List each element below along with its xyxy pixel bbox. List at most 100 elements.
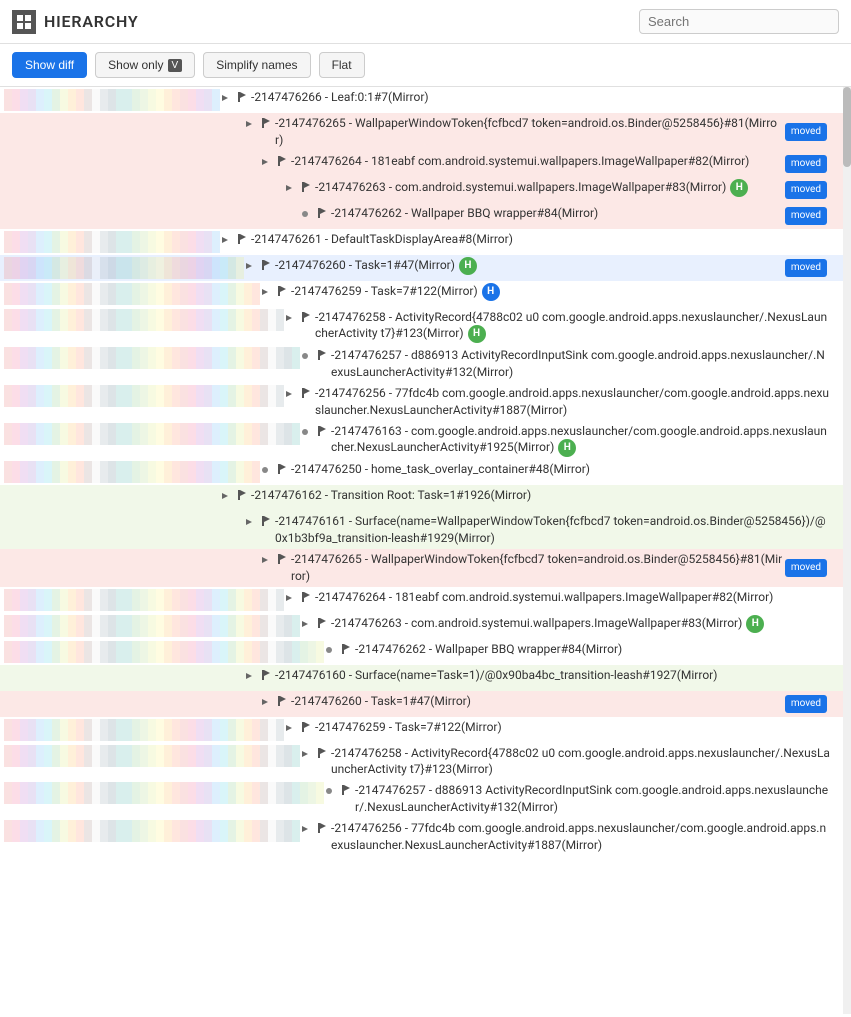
- tree-toggle[interactable]: [220, 91, 236, 108]
- depth-strip: [12, 461, 20, 483]
- depth-strip: [148, 641, 156, 663]
- depth-strips: [4, 461, 260, 483]
- scrollbar-thumb[interactable]: [843, 87, 851, 167]
- depth-strip: [20, 589, 28, 611]
- depth-strip: [180, 719, 188, 741]
- depth-strip: [84, 551, 92, 573]
- depth-strip: [220, 257, 228, 279]
- depth-strip: [60, 461, 68, 483]
- depth-strip: [36, 205, 44, 227]
- depth-strip: [44, 513, 52, 535]
- search-input[interactable]: [648, 14, 830, 29]
- depth-strip: [140, 551, 148, 573]
- tree-toggle[interactable]: [244, 117, 260, 134]
- depth-strip: [228, 641, 236, 663]
- depth-strips: [4, 615, 300, 637]
- depth-strip: [244, 179, 252, 201]
- depth-strip: [20, 615, 28, 637]
- depth-strip: [84, 309, 92, 331]
- depth-strip: [212, 615, 220, 637]
- depth-strip: [196, 385, 204, 407]
- simplify-names-button[interactable]: Simplify names: [203, 52, 310, 78]
- tree-toggle[interactable]: [300, 822, 316, 839]
- depth-strip: [20, 89, 28, 111]
- depth-strip: [36, 641, 44, 663]
- scrollbar-track[interactable]: [843, 87, 851, 1014]
- depth-strip: [204, 153, 212, 175]
- depth-strip: [4, 551, 12, 573]
- depth-strip: [188, 513, 196, 535]
- depth-strip: [140, 153, 148, 175]
- tree-toggle[interactable]: [220, 233, 236, 250]
- depth-strip: [108, 719, 116, 741]
- depth-strip: [204, 115, 212, 137]
- depth-strip: [180, 667, 188, 689]
- tree-toggle[interactable]: [260, 285, 276, 302]
- depth-strip: [244, 283, 252, 305]
- depth-strip: [36, 179, 44, 201]
- depth-strip: [100, 551, 108, 573]
- depth-strip: [44, 719, 52, 741]
- depth-strip: [252, 205, 260, 227]
- depth-strip: [44, 89, 52, 111]
- tree-toggle[interactable]: [284, 181, 300, 198]
- tree-toggle[interactable]: [244, 669, 260, 686]
- tree-row: -2147476162 - Transition Root: Task=1#19…: [0, 485, 843, 511]
- depth-strip: [236, 309, 244, 331]
- tree-toggle[interactable]: [284, 591, 300, 608]
- depth-strip: [92, 283, 100, 305]
- tree-toggle[interactable]: [284, 387, 300, 404]
- tree-toggle[interactable]: [300, 747, 316, 764]
- depth-strip: [156, 179, 164, 201]
- depth-strip: [204, 782, 212, 804]
- depth-strip: [92, 513, 100, 535]
- tree-toggle[interactable]: [260, 553, 276, 570]
- depth-strip: [236, 347, 244, 369]
- depth-strip: [20, 820, 28, 842]
- tree-toggle[interactable]: [244, 515, 260, 532]
- tree-view[interactable]: -2147476266 - Leaf:0:1#7(Mirror)-2147476…: [0, 87, 843, 1014]
- depth-strip: [76, 205, 84, 227]
- depth-strips: [4, 347, 300, 369]
- depth-strip: [116, 153, 124, 175]
- depth-strip: [92, 820, 100, 842]
- moved-badge: moved: [785, 123, 827, 141]
- badge-h: H: [558, 439, 576, 457]
- depth-strip: [100, 423, 108, 445]
- badge-h: H: [730, 179, 748, 197]
- depth-strip: [148, 283, 156, 305]
- tree-toggle[interactable]: [260, 155, 276, 172]
- depth-strip: [52, 461, 60, 483]
- tree-toggle[interactable]: [300, 617, 316, 634]
- depth-strip: [236, 641, 244, 663]
- search-box[interactable]: [639, 9, 839, 34]
- depth-strip: [188, 153, 196, 175]
- depth-strip: [156, 205, 164, 227]
- depth-strips: [4, 231, 220, 253]
- depth-strip: [4, 820, 12, 842]
- depth-strip: [92, 487, 100, 509]
- show-diff-button[interactable]: Show diff: [12, 52, 87, 78]
- depth-strip: [84, 719, 92, 741]
- depth-strip: [140, 487, 148, 509]
- depth-strip: [260, 820, 268, 842]
- flat-button[interactable]: Flat: [319, 52, 365, 78]
- depth-strip: [148, 231, 156, 253]
- tree-toggle[interactable]: [220, 489, 236, 506]
- tree-toggle[interactable]: [260, 695, 276, 712]
- depth-strip: [268, 641, 276, 663]
- depth-strip: [36, 257, 44, 279]
- depth-strip: [68, 257, 76, 279]
- node-icon: [300, 181, 312, 198]
- depth-strip: [116, 820, 124, 842]
- depth-strip: [276, 179, 284, 201]
- tree-toggle[interactable]: [244, 259, 260, 276]
- show-only-button[interactable]: Show only V: [95, 52, 195, 78]
- tree-toggle[interactable]: [284, 721, 300, 738]
- depth-strip: [68, 153, 76, 175]
- tree-toggle[interactable]: [284, 311, 300, 328]
- depth-strip: [28, 641, 36, 663]
- depth-strips: [4, 820, 300, 842]
- depth-strip: [204, 257, 212, 279]
- depth-strip: [28, 551, 36, 573]
